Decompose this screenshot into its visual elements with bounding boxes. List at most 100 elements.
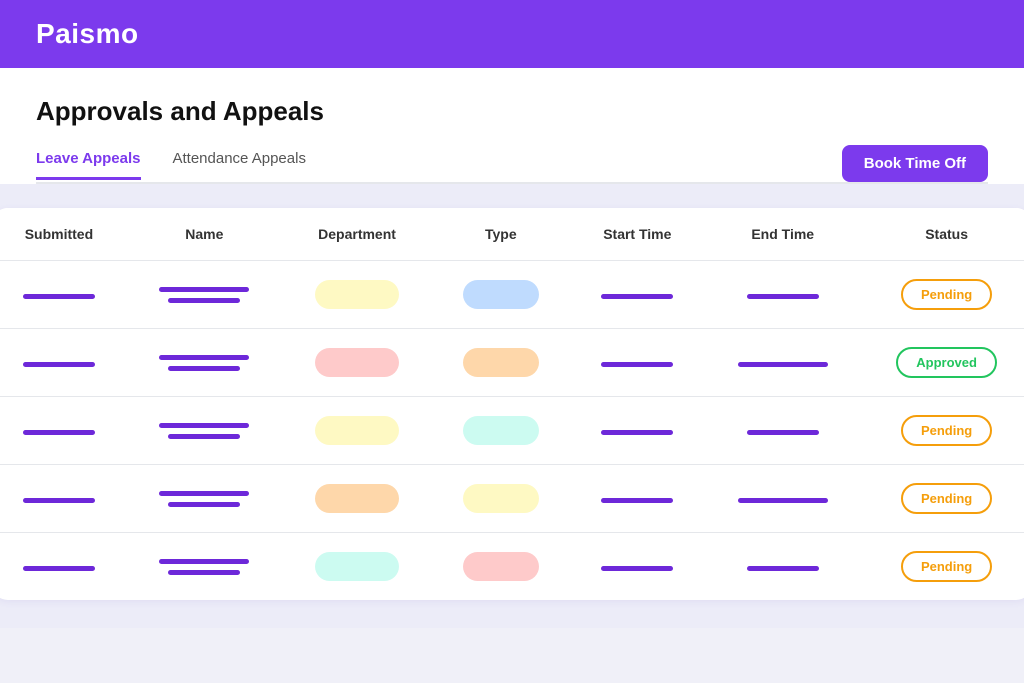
cell-type (431, 261, 570, 329)
cell-type (431, 329, 570, 397)
cell-start-time (570, 533, 704, 601)
submitted-line (23, 430, 95, 435)
submitted-line (23, 294, 95, 299)
end-line (747, 294, 819, 299)
cell-department (283, 397, 431, 465)
start-line (601, 294, 673, 299)
name-line-2 (168, 502, 240, 507)
cell-type (431, 465, 570, 533)
tab-attendance-appeals[interactable]: Attendance Appeals (173, 150, 306, 180)
cell-status: Pending (861, 533, 1024, 601)
name-line-1 (159, 355, 249, 360)
end-line (738, 498, 828, 503)
logo: Paismo (36, 18, 139, 50)
cell-end-time (704, 465, 861, 533)
table-row: Pending (0, 533, 1024, 601)
cell-end-time (704, 329, 861, 397)
dept-pill (315, 484, 398, 513)
app-wrapper: Paismo Approvals and Appeals Leave Appea… (0, 0, 1024, 628)
cell-start-time (570, 465, 704, 533)
table-header-row: Submitted Name Department Type Start Tim… (0, 208, 1024, 261)
cell-submitted (0, 261, 126, 329)
name-line-2 (168, 434, 240, 439)
dept-pill (315, 416, 398, 445)
col-status: Status (861, 208, 1024, 261)
col-start-time: Start Time (570, 208, 704, 261)
cell-name (126, 261, 283, 329)
name-line-2 (168, 366, 240, 371)
type-pill (463, 552, 539, 581)
cell-submitted (0, 533, 126, 601)
status-badge: Pending (901, 279, 992, 310)
name-lines (142, 287, 267, 303)
cell-department (283, 465, 431, 533)
name-line-2 (168, 298, 240, 303)
cell-start-time (570, 261, 704, 329)
cell-name (126, 329, 283, 397)
cell-end-time (704, 533, 861, 601)
col-department: Department (283, 208, 431, 261)
status-badge: Pending (901, 483, 992, 514)
table-row: Pending (0, 397, 1024, 465)
table-row: Pending (0, 465, 1024, 533)
status-badge: Pending (901, 415, 992, 446)
cell-status: Pending (861, 261, 1024, 329)
cell-end-time (704, 397, 861, 465)
table-section: Submitted Name Department Type Start Tim… (0, 184, 1024, 628)
cell-type (431, 397, 570, 465)
appeals-table: Submitted Name Department Type Start Tim… (0, 208, 1024, 600)
start-line (601, 430, 673, 435)
tab-leave-appeals[interactable]: Leave Appeals (36, 150, 141, 180)
start-line (601, 566, 673, 571)
name-lines (142, 559, 267, 575)
name-lines (142, 355, 267, 371)
cell-name (126, 533, 283, 601)
cell-start-time (570, 397, 704, 465)
cell-submitted (0, 329, 126, 397)
name-line-1 (159, 423, 249, 428)
page-content: Approvals and Appeals Leave Appeals Atte… (0, 68, 1024, 184)
status-badge: Pending (901, 551, 992, 582)
tabs-container: Leave Appeals Attendance Appeals (36, 150, 306, 178)
cell-status: Pending (861, 397, 1024, 465)
cell-department (283, 533, 431, 601)
dept-pill (315, 280, 398, 309)
dept-pill (315, 552, 398, 581)
submitted-line (23, 498, 95, 503)
end-line (747, 566, 819, 571)
col-submitted: Submitted (0, 208, 126, 261)
book-time-off-button[interactable]: Book Time Off (842, 145, 988, 182)
name-line-1 (159, 491, 249, 496)
start-line (601, 362, 673, 367)
cell-status: Pending (861, 465, 1024, 533)
type-pill (463, 280, 539, 309)
cell-start-time (570, 329, 704, 397)
name-line-1 (159, 559, 249, 564)
col-type: Type (431, 208, 570, 261)
type-pill (463, 348, 539, 377)
cell-department (283, 329, 431, 397)
name-line-1 (159, 287, 249, 292)
table-row: Approved (0, 329, 1024, 397)
cell-submitted (0, 397, 126, 465)
end-line (747, 430, 819, 435)
end-line (738, 362, 828, 367)
cell-department (283, 261, 431, 329)
name-lines (142, 423, 267, 439)
cell-submitted (0, 465, 126, 533)
submitted-line (23, 566, 95, 571)
submitted-line (23, 362, 95, 367)
header: Paismo (0, 0, 1024, 68)
dept-pill (315, 348, 398, 377)
col-name: Name (126, 208, 283, 261)
status-badge: Approved (896, 347, 997, 378)
cell-type (431, 533, 570, 601)
cell-end-time (704, 261, 861, 329)
tabs-row: Leave Appeals Attendance Appeals Book Ti… (36, 145, 988, 184)
cell-status: Approved (861, 329, 1024, 397)
table-container: Submitted Name Department Type Start Tim… (0, 208, 1024, 600)
name-line-2 (168, 570, 240, 575)
start-line (601, 498, 673, 503)
type-pill (463, 416, 539, 445)
col-end-time: End Time (704, 208, 861, 261)
